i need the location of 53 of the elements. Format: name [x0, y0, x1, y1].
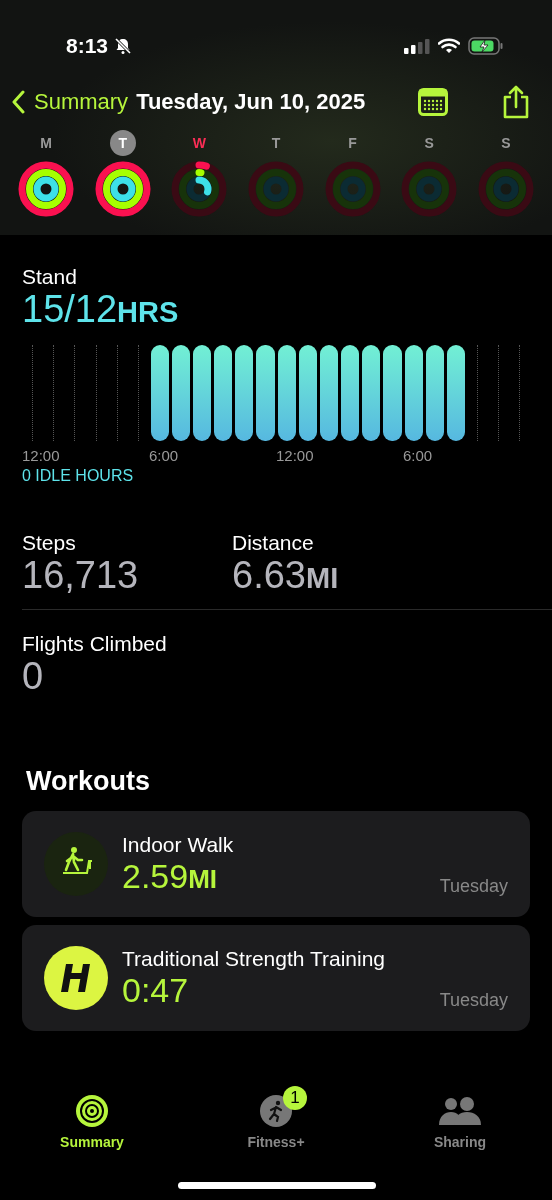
weekday-label[interactable]: T: [262, 130, 289, 156]
time-axis-label: 12:00: [22, 447, 60, 464]
weekday-label[interactable]: M: [33, 130, 59, 156]
back-label: Summary: [34, 89, 129, 115]
weekday-label[interactable]: S: [492, 130, 519, 156]
clock-time: 8:13: [66, 34, 109, 58]
flights-label: Flights Climbed: [22, 632, 168, 656]
stand-label: Stand: [22, 265, 78, 289]
date-title: Tuesday, Jun 10, 2025: [136, 89, 367, 115]
distance-label: Distance: [232, 531, 315, 555]
time-axis-label: 12:00: [276, 447, 314, 464]
workout-value: 0:47: [122, 971, 189, 1009]
weekday-label[interactable]: T: [109, 130, 136, 156]
workout-card[interactable]: Indoor Walk 2.59MI Tuesday: [22, 811, 530, 917]
distance-unit: MI: [305, 562, 339, 595]
workout-card[interactable]: Traditional Strength Training 0:47 Tuesday: [22, 925, 530, 1031]
flights-value: 0: [22, 656, 45, 696]
workout-name: Indoor Walk: [122, 833, 235, 857]
rings-icon: [75, 1094, 109, 1128]
steps-label: Steps: [22, 531, 77, 555]
strength-icon: [44, 946, 108, 1010]
idle-hours-text: 0 IDLE HOURS: [22, 467, 135, 485]
weekday-label[interactable]: W: [186, 130, 213, 156]
distance-value: 6.63: [232, 555, 306, 595]
activity-rings-icon[interactable]: [93, 160, 152, 218]
steps-value: 16,713: [22, 555, 140, 595]
people-icon: [438, 1096, 482, 1126]
stand-value: 15/12: [22, 289, 118, 329]
tab-item[interactable]: Sharing: [368, 1084, 552, 1150]
treadmill-walker-icon: [44, 832, 108, 896]
share-icon[interactable]: [502, 85, 530, 119]
activity-rings-icon[interactable]: [17, 160, 75, 218]
workout-day: Tuesday: [439, 876, 508, 897]
back-button[interactable]: Summary: [12, 89, 129, 115]
activity-rings-icon[interactable]: [170, 160, 229, 218]
notification-badge: 1: [283, 1086, 307, 1110]
tab-item[interactable]: Summary: [0, 1084, 184, 1150]
wifi-icon: [438, 38, 460, 54]
signal-icon: [404, 38, 430, 54]
stand-unit: HRS: [117, 296, 179, 329]
time-axis-label: 6:00: [403, 447, 433, 464]
workout-value: 2.59: [122, 857, 189, 895]
time-axis-label: 6:00: [149, 447, 179, 464]
workout-name: Traditional Strength Training: [122, 947, 387, 971]
chevron-left-icon: [12, 90, 26, 114]
workout-day: Tuesday: [439, 990, 508, 1011]
tab-item[interactable]: 1 Fitness+: [184, 1084, 368, 1150]
weekday-label[interactable]: S: [416, 130, 443, 156]
workouts-heading: Workouts: [26, 766, 151, 797]
calendar-icon[interactable]: [418, 88, 448, 116]
weekday-label[interactable]: F: [339, 130, 366, 156]
workout-unit: MI: [188, 864, 218, 895]
battery-icon: [468, 37, 504, 55]
